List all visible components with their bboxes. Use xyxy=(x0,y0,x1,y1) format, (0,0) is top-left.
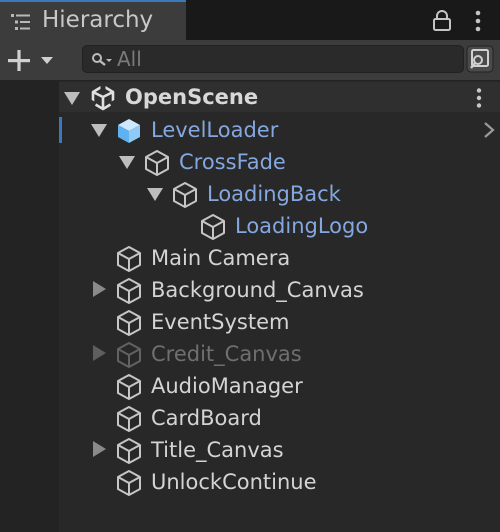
row-label: Background_Canvas xyxy=(151,278,364,302)
search-field[interactable] xyxy=(82,45,464,73)
scene-menu-icon[interactable] xyxy=(474,87,484,113)
gameobject-cube-icon xyxy=(143,149,171,181)
chevron-down-icon xyxy=(41,57,53,64)
prefab-cube-icon xyxy=(115,117,143,149)
collapse-arrow-icon[interactable] xyxy=(93,345,107,365)
scene-name: OpenScene xyxy=(125,85,259,109)
hierarchy-row-credit-canvas[interactable]: Credit_Canvas xyxy=(59,338,500,370)
gameobject-cube-icon xyxy=(115,309,143,341)
expand-arrow-icon[interactable] xyxy=(119,155,135,174)
gameobject-cube-icon xyxy=(115,437,143,469)
hierarchy-row-crossfade[interactable]: CrossFade xyxy=(59,146,500,178)
toolbar xyxy=(0,40,500,81)
scene-search-button[interactable] xyxy=(466,45,494,73)
tab-hierarchy[interactable]: Hierarchy xyxy=(0,0,186,40)
gameobject-cube-icon xyxy=(115,405,143,437)
hierarchy-row-eventsystem[interactable]: EventSystem xyxy=(59,306,500,338)
expand-arrow-icon[interactable] xyxy=(64,91,80,110)
gameobject-cube-icon xyxy=(115,341,143,373)
lock-icon[interactable] xyxy=(430,9,454,37)
hierarchy-list-icon xyxy=(9,12,33,36)
hierarchy-gutter xyxy=(0,81,59,532)
plus-icon xyxy=(8,50,30,71)
hierarchy-row-unlockcontinue[interactable]: UnlockContinue xyxy=(59,466,500,498)
scene-header-row[interactable]: OpenScene xyxy=(59,82,500,112)
tab-bar: Hierarchy xyxy=(0,0,500,40)
search-icon xyxy=(91,51,113,73)
search-input[interactable] xyxy=(117,46,447,72)
collapse-arrow-icon[interactable] xyxy=(93,281,107,301)
collapse-arrow-icon[interactable] xyxy=(93,441,107,461)
row-label: Credit_Canvas xyxy=(151,342,302,366)
gameobject-cube-icon xyxy=(115,373,143,405)
row-label: UnlockContinue xyxy=(151,470,317,494)
hierarchy-row-cardboard[interactable]: CardBoard xyxy=(59,402,500,434)
hierarchy-row-background-canvas[interactable]: Background_Canvas xyxy=(59,274,500,306)
row-label: AudioManager xyxy=(151,374,303,398)
row-label: CrossFade xyxy=(179,150,286,174)
hierarchy-row-loadingback[interactable]: LoadingBack xyxy=(59,178,500,210)
hierarchy-row-title-canvas[interactable]: Title_Canvas xyxy=(59,434,500,466)
expand-arrow-icon[interactable] xyxy=(91,123,107,142)
kebab-menu-icon[interactable] xyxy=(470,9,486,37)
gameobject-cube-icon xyxy=(199,213,227,245)
gameobject-cube-icon xyxy=(171,181,199,213)
row-label: CardBoard xyxy=(151,406,262,430)
hierarchy-row-audiomanager[interactable]: AudioManager xyxy=(59,370,500,402)
unity-logo-icon xyxy=(88,83,118,115)
row-label: Main Camera xyxy=(151,246,291,270)
row-label: EventSystem xyxy=(151,310,290,334)
add-button[interactable] xyxy=(6,48,60,74)
gameobject-cube-icon xyxy=(115,245,143,277)
expand-arrow-icon[interactable] xyxy=(147,187,163,206)
tab-title: Hierarchy xyxy=(42,7,154,33)
row-label: LoadingLogo xyxy=(235,214,369,238)
gameobject-cube-icon xyxy=(115,277,143,309)
row-label: Title_Canvas xyxy=(151,438,284,462)
row-label: LevelLoader xyxy=(151,118,279,142)
hierarchy-row-levelloader[interactable]: LevelLoader xyxy=(59,114,500,146)
hierarchy-row-main-camera[interactable]: Main Camera xyxy=(59,242,500,274)
row-label: LoadingBack xyxy=(207,182,341,206)
scene-search-icon xyxy=(466,45,494,73)
hierarchy-row-loadinglogo[interactable]: LoadingLogo xyxy=(59,210,500,242)
gameobject-cube-icon xyxy=(115,469,143,501)
